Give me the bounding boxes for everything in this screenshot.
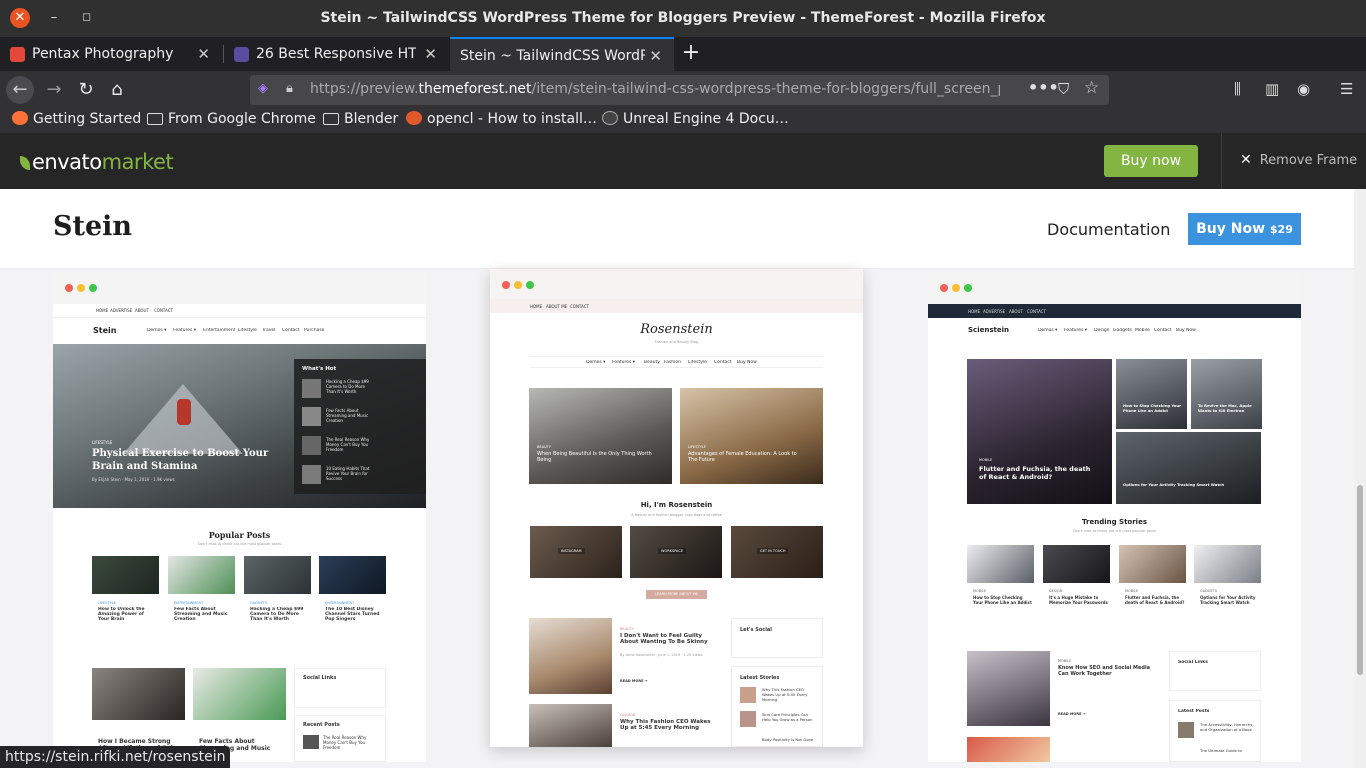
tab-label: 26 Best Responsive HTM [256, 46, 416, 62]
window-title: Stein ~ TailwindCSS WordPress Theme for … [320, 10, 1046, 26]
navigation-toolbar: ← → ↻ ⌂ ◈ 🔒︎ https://preview.themeforest… [0, 71, 1366, 108]
tab-colorlib[interactable]: 26 Best Responsive HTM ✕ [224, 37, 449, 71]
new-tab-button[interactable]: + [680, 37, 702, 71]
forward-button[interactable]: → [40, 76, 68, 104]
status-bar-link-preview: https://stein.rifki.net/rosenstein [0, 746, 231, 768]
latest-posts-widget: Latest Posts The Accessibility, Hierarch… [1169, 700, 1261, 762]
firefox-icon [12, 111, 28, 125]
mock-topbar: HOME ADVERTISE ABOUT CONTACT [928, 304, 1301, 318]
envato-buy-now-button[interactable]: Buy now [1104, 145, 1198, 177]
page-actions-icon[interactable]: ••• [1028, 78, 1059, 97]
popular-posts-title: Popular Posts [208, 530, 271, 540]
mock-logo: Stein [93, 326, 117, 335]
menu-icon[interactable]: ☰ [1340, 80, 1353, 98]
social-links-widget: Social Links [294, 668, 386, 708]
pocket-icon[interactable]: ⛉ [1058, 80, 1069, 98]
mock-topbar: HOME ADVERTISE ABOUT CONTACT [53, 304, 426, 318]
mock-dot [964, 284, 972, 292]
whats-hot-panel: What's Hot Hacking a Cheap $99 Camera to… [294, 359, 426, 494]
tab-stein[interactable]: Stein ~ TailwindCSS WordPr ✕ [450, 37, 674, 71]
sidebar-icon[interactable]: ▥ [1265, 80, 1279, 98]
mock-dot [65, 284, 73, 292]
bookmarks-toolbar: Getting Started From Google Chrome Blend… [0, 108, 1366, 133]
library-icon[interactable]: ⫼ [1234, 80, 1241, 98]
mock-dot [502, 281, 510, 289]
divider [1221, 133, 1222, 189]
hero-image: LIFESTYLE Physical Exercise to Boost You… [53, 344, 426, 508]
tracking-shield-icon[interactable]: ◈ [258, 81, 272, 98]
askubuntu-icon [406, 111, 422, 125]
mock-logo: Scienstein [968, 326, 1009, 334]
back-button[interactable]: ← [6, 76, 34, 104]
tab-close-icon[interactable]: ✕ [649, 39, 662, 71]
reload-button[interactable]: ↻ [72, 76, 100, 104]
demo-preview-rosenstein[interactable]: HOME ABOUT ME CONTACT Rosenstein Fashion… [490, 269, 863, 747]
folder-icon [147, 113, 163, 125]
hiker [177, 399, 191, 425]
mock-browser-chrome [928, 272, 1301, 304]
page-scrollbar[interactable] [1354, 189, 1366, 768]
hero-main-image: MOBILE Flutter and Fuchsia, the death of… [967, 359, 1112, 504]
envato-leaf-icon [20, 156, 30, 170]
lets-social-widget: Let's Social [731, 618, 823, 658]
site-brand[interactable]: Stein [53, 211, 132, 242]
home-button[interactable]: ⌂ [103, 76, 131, 104]
mock-dot [77, 284, 85, 292]
documentation-link[interactable]: Documentation [1047, 220, 1170, 239]
bookmark-folder-blender[interactable]: Blender [323, 111, 398, 127]
preview-page: Stein Documentation Buy Now $29 HOME ADV… [0, 189, 1354, 768]
mock-dot [526, 281, 534, 289]
hero-image-1: BEAUTY When Being Beautiful Is the Only … [529, 388, 672, 484]
pentax-favicon-icon [10, 47, 25, 62]
demo-preview-stein[interactable]: HOME ADVERTISE ABOUT CONTACT Stein Demos… [53, 272, 426, 762]
mock-nav: Demos ▾ Features ▾ Beauty Fashion Lifest… [530, 356, 823, 368]
bookmark-opencl[interactable]: opencl - How to install… [406, 111, 597, 127]
url-text[interactable]: https://preview.themeforest.net/item/ste… [310, 81, 1000, 101]
folder-icon [323, 113, 339, 125]
tab-label: Stein ~ TailwindCSS WordPr [460, 48, 645, 64]
account-icon[interactable]: ◉ [1297, 80, 1310, 98]
scrollbar-thumb[interactable] [1357, 485, 1363, 675]
learn-more-button[interactable]: LEARN MORE ABOUT ME [646, 590, 707, 599]
latest-stories-widget: Latest Stories Why This Fashion CEO Wake… [731, 666, 823, 747]
post-image [529, 618, 612, 694]
mock-dot [952, 284, 960, 292]
window-titlebar: ✕ – ◻ Stein ~ TailwindCSS WordPress Them… [0, 0, 1366, 37]
mock-browser-chrome [490, 269, 863, 301]
bookmark-unreal[interactable]: Unreal Engine 4 Docu… [602, 111, 789, 127]
unreal-icon [602, 111, 618, 125]
tab-close-icon[interactable]: ✕ [197, 37, 210, 71]
tab-pentax[interactable]: Pentax Photography ✕ [0, 37, 222, 71]
mock-browser-chrome [53, 272, 426, 304]
mock-dot [514, 281, 522, 289]
recent-posts-widget: Recent Posts The Real Reason Why Money C… [294, 715, 386, 762]
bookmark-getting-started[interactable]: Getting Started [12, 111, 141, 127]
bookmark-folder-chrome[interactable]: From Google Chrome [147, 111, 316, 127]
close-icon: ✕ [1240, 152, 1252, 168]
social-links-widget: Social Links [1169, 651, 1261, 691]
lock-icon[interactable]: 🔒︎ [286, 81, 293, 96]
remove-frame-button[interactable]: ✕ Remove Frame [1240, 152, 1357, 168]
mock-logo: Rosenstein [640, 322, 713, 337]
demo-preview-scienstein[interactable]: HOME ADVERTISE ABOUT CONTACT Scienstein … [928, 272, 1301, 762]
mock-dot [89, 284, 97, 292]
envato-preview-bar: envatomarket Buy now ✕ Remove Frame [0, 133, 1366, 189]
colorlib-favicon-icon [234, 47, 249, 62]
mock-topbar: HOME ABOUT ME CONTACT [490, 299, 863, 313]
bookmark-star-icon[interactable]: ☆ [1084, 78, 1099, 98]
envato-market-logo[interactable]: envatomarket [20, 150, 174, 174]
site-header: Stein Documentation Buy Now $29 [0, 189, 1354, 269]
tab-label: Pentax Photography [32, 46, 174, 62]
hero-image-2: LIFESTYLE Advantages of Female Education… [680, 388, 823, 484]
mock-dot [940, 284, 948, 292]
buy-now-price-button[interactable]: Buy Now $29 [1188, 213, 1301, 245]
address-bar[interactable]: ◈ 🔒︎ https://preview.themeforest.net/ite… [250, 75, 1109, 105]
tab-close-icon[interactable]: ✕ [424, 37, 437, 71]
trending-stories-title: Trending Stories [1082, 518, 1147, 526]
